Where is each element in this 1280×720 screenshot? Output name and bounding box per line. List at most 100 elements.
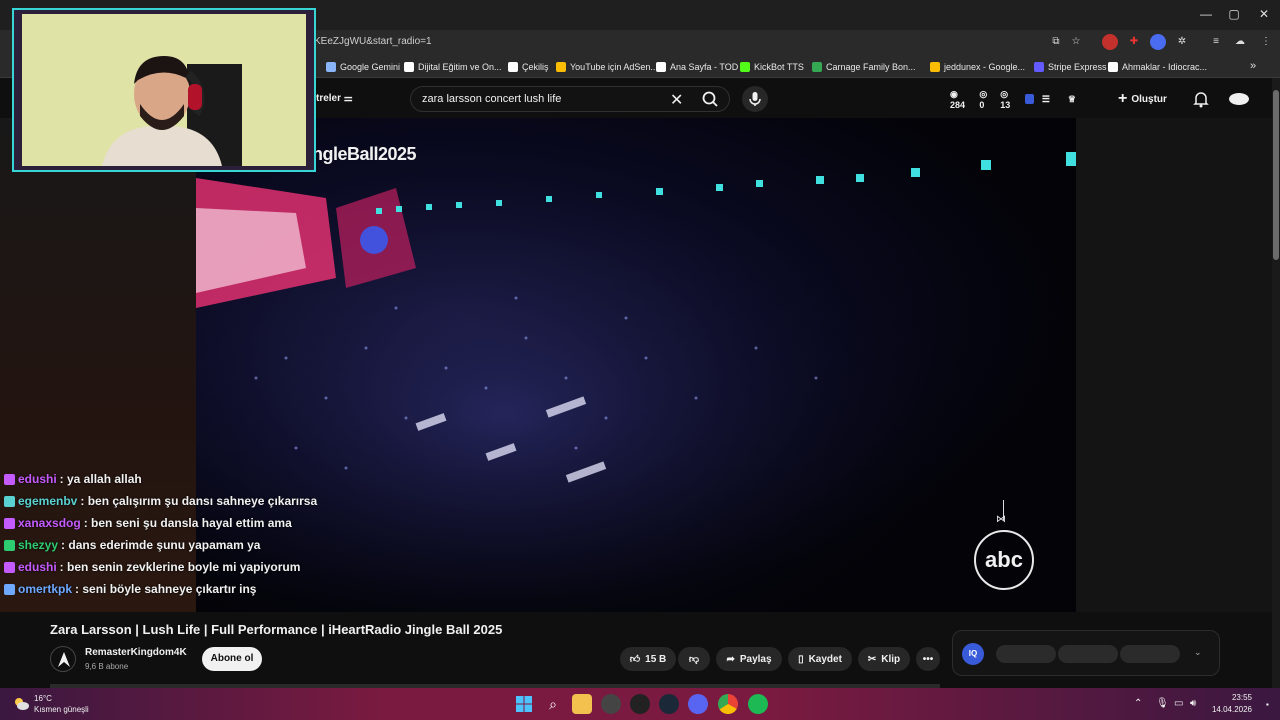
dislike-button[interactable]: 👎︎ — [678, 647, 710, 671]
streamer-image — [102, 56, 242, 166]
account-avatar[interactable] — [1228, 90, 1250, 108]
video-overlay-title: ngleBall2025 — [312, 144, 417, 164]
share-button[interactable]: ➦ Paylaş — [716, 647, 782, 671]
list-icon: ☰ — [1041, 93, 1050, 104]
clip-label: Klip — [881, 653, 901, 665]
bookmark-item[interactable]: Çekiliş — [508, 60, 549, 74]
chat-message: omertkpk: seni böyle sahneye çıkartır in… — [4, 579, 256, 599]
thumbs-down-icon: 👎︎ — [688, 654, 700, 665]
bookmark-favicon-icon — [326, 62, 336, 72]
chevron-down-icon[interactable]: ⌄ — [1194, 647, 1202, 658]
extension-icon[interactable] — [1102, 34, 1118, 50]
microphone-tray-icon[interactable]: 🎙︎ — [1156, 698, 1169, 709]
search-icon — [702, 91, 718, 107]
like-count: 15 B — [645, 653, 667, 665]
extension-icon[interactable]: ✚ — [1126, 34, 1142, 50]
save-button[interactable]: ▯ Kaydet — [788, 647, 852, 671]
bookmark-label: Çekiliş — [522, 62, 549, 72]
minimize-button[interactable]: — — [1196, 6, 1216, 22]
chat-username[interactable]: xanaxsdog — [18, 516, 81, 530]
menu-kebab-icon[interactable]: ⋮ — [1258, 34, 1274, 50]
extension-chip[interactable] — [1058, 645, 1118, 663]
voice-search-button[interactable] — [742, 86, 768, 112]
close-window-button[interactable]: ✕ — [1254, 6, 1274, 22]
app-icon[interactable] — [601, 694, 621, 714]
media-control-icon[interactable]: ≡ — [1208, 34, 1224, 50]
file-explorer-icon[interactable] — [572, 694, 592, 714]
chat-username[interactable]: omertkpk — [18, 582, 72, 596]
chat-username[interactable]: edushi — [18, 560, 57, 574]
bookmark-item[interactable]: YouTube için AdSen... — [556, 60, 658, 74]
steam-icon[interactable] — [659, 694, 679, 714]
bookmark-item[interactable]: Carnage Family Bon... — [812, 60, 916, 74]
subscribe-button[interactable]: Abone ol — [202, 647, 262, 671]
url-text[interactable]: KEeZJgWU&start_radio=1 — [314, 36, 432, 47]
video-player[interactable] — [196, 118, 1076, 612]
bookmark-label: Ahmaklar - Idiocrac... — [1122, 62, 1208, 72]
chat-badge-icon — [4, 539, 15, 551]
extensions-puzzle-icon[interactable]: ✲ — [1174, 34, 1190, 50]
chat-username[interactable]: shezyy — [18, 538, 58, 552]
channel-name[interactable]: RemasterKingdom4K — [85, 647, 187, 658]
bookmark-item[interactable]: Ana Sayfa - TOD — [656, 60, 738, 74]
tray-chevron-up-icon[interactable]: ⌃ — [1134, 698, 1142, 709]
chat-badge-icon — [4, 473, 15, 485]
chat-badge-icon — [4, 583, 15, 595]
search-query[interactable]: zara larsson concert lush life — [422, 93, 561, 105]
concert-stage-image — [196, 118, 1076, 612]
search-icon[interactable]: ⌕ — [543, 694, 563, 714]
bookmark-icon: ▯ — [798, 653, 804, 665]
app-icon[interactable] — [630, 694, 650, 714]
bookmark-item[interactable]: KickBot TTS — [740, 60, 804, 74]
maximize-button[interactable]: ▢ — [1224, 6, 1244, 22]
microphone-icon — [749, 92, 761, 106]
clock-time[interactable]: 23:55 — [1206, 693, 1252, 702]
install-icon[interactable]: ⧉ — [1048, 34, 1064, 50]
more-bookmarks-icon[interactable]: » — [1250, 60, 1256, 72]
bookmark-item[interactable]: Ahmaklar - Idiocrac... — [1108, 60, 1207, 74]
bookmark-label: Dijital Eğitim ve On... — [418, 62, 502, 72]
discord-icon[interactable] — [688, 694, 708, 714]
extension-chip[interactable] — [1120, 645, 1180, 663]
stat-a: ◉ 284 — [950, 88, 966, 110]
like-button[interactable]: 👍︎ 15 B — [620, 647, 676, 671]
bookmark-item[interactable]: Dijital Eğitim ve On... — [404, 60, 502, 74]
more-actions-button[interactable]: ••• — [916, 647, 940, 671]
extension-icon[interactable] — [1150, 34, 1166, 50]
channel-avatar[interactable] — [50, 646, 76, 672]
extension-logo[interactable]: IQ — [962, 643, 984, 665]
scrollbar-thumb[interactable] — [1273, 90, 1279, 260]
create-button[interactable]: + Oluştur — [1118, 88, 1167, 110]
filters-button[interactable]: treler ⚌ — [316, 93, 353, 104]
notifications-bell-icon[interactable] — [1192, 90, 1210, 108]
ext-badge-icon — [1025, 94, 1034, 104]
subscriber-count: 9,6 B abone — [85, 662, 129, 671]
chat-username[interactable]: egemenbv — [18, 494, 77, 508]
chat-text: : ya allah allah — [59, 472, 142, 486]
spotify-icon[interactable] — [748, 694, 768, 714]
chat-text: : ben seni şu dansla hayal ettim ama — [83, 516, 292, 530]
clip-button[interactable]: ✂ Klip — [858, 647, 910, 671]
bookmark-item[interactable]: jeddunex - Google... — [930, 60, 1025, 74]
chat-text: : ben senin zevklerine boyle mi yapiyoru… — [59, 560, 301, 574]
clock-date[interactable]: 14.04.2026 — [1206, 705, 1252, 714]
chat-badge-icon — [4, 517, 15, 529]
bookmark-label: Carnage Family Bon... — [826, 62, 916, 72]
network-tray-icon[interactable]: ▭ — [1174, 698, 1183, 709]
clear-search-icon[interactable]: ✕ — [670, 90, 683, 110]
weather-icon[interactable] — [12, 694, 30, 712]
bookmark-item[interactable]: Google Gemini — [326, 60, 400, 74]
profile-icon[interactable]: ☁ — [1232, 34, 1248, 50]
bookmark-item[interactable]: Stripe Express — [1034, 60, 1107, 74]
start-windows-icon[interactable] — [514, 694, 534, 714]
extension-stats[interactable]: ◉ 284 ◎ 0 ◎ 13 ☰ ♕ — [942, 88, 1076, 110]
search-button[interactable] — [696, 88, 724, 110]
volume-tray-icon[interactable]: 🔊︎ — [1190, 698, 1196, 709]
bookmark-star-icon[interactable]: ☆ — [1068, 34, 1084, 50]
bookmark-label: Google Gemini — [340, 62, 401, 72]
chrome-icon[interactable] — [718, 694, 738, 714]
stat-c: ◎ 13 — [1000, 88, 1011, 110]
chat-username[interactable]: edushi — [18, 472, 57, 486]
notifications-icon[interactable]: ▪ — [1266, 700, 1269, 709]
extension-chip[interactable] — [996, 645, 1056, 663]
